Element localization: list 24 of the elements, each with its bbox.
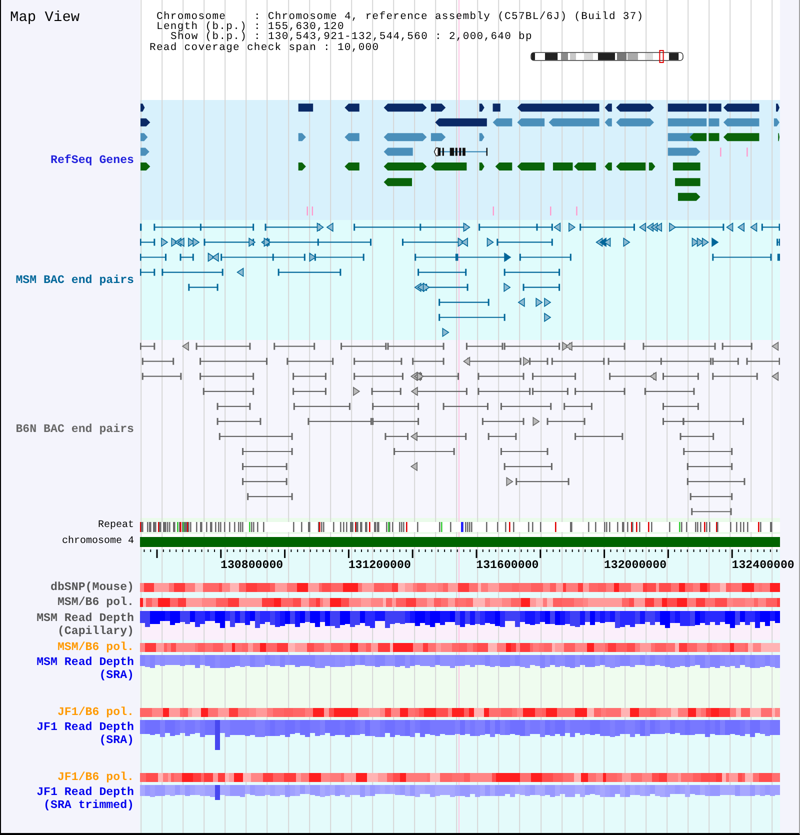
track-label: RefSeq Genes bbox=[50, 154, 134, 166]
track-label: JF1 Read Depth (SRA) bbox=[36, 721, 134, 747]
axis-tick-label: 132400000 bbox=[732, 559, 794, 572]
track-label: chromosome 4 bbox=[62, 536, 134, 548]
view-title: Map View bbox=[10, 9, 80, 27]
track-label: MSM BAC end pairs bbox=[16, 274, 134, 286]
track-label: MSM Read Depth (Capillary) bbox=[36, 612, 134, 638]
axis-tick-label: 131200000 bbox=[348, 559, 411, 572]
track-label: MSM/B6 pol. bbox=[57, 640, 134, 654]
track-label: JF1 Read Depth (SRA trimmed) bbox=[36, 786, 134, 812]
region-info-text: Length (b.p.) : 155,630,120 bbox=[156, 22, 344, 32]
track-label: B6N BAC end pairs bbox=[16, 422, 134, 436]
axis-tick-label: 130800000 bbox=[220, 559, 284, 572]
track-label: JF1/B6 pol. bbox=[57, 706, 134, 718]
track-label: Repeat bbox=[98, 520, 134, 532]
region-info-text: Chromosome : Chromosome 4, reference assembly (C57BL/6J) (Build 37) bbox=[156, 12, 644, 22]
track-label: MSM Read Depth (SRA) bbox=[36, 656, 134, 682]
region-info-text: Show (b.p.) : 130,543,921-132,544,560 : 2,000,640 bp bbox=[170, 32, 532, 43]
axis-tick-label: 132000000 bbox=[604, 559, 667, 572]
region-info-text: Read coverage check span : 10,000 bbox=[150, 42, 380, 53]
track-label: MSM/B6 pol. bbox=[57, 596, 134, 609]
track-label: JF1/B6 pol. bbox=[57, 770, 134, 784]
track-label: dbSNP(Mouse) bbox=[50, 581, 134, 594]
axis-tick-label: 131600000 bbox=[476, 559, 539, 572]
